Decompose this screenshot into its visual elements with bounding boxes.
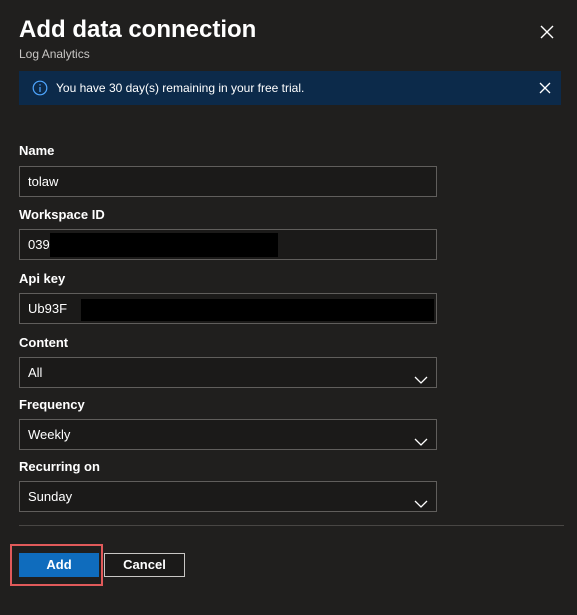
name-value: tolaw	[28, 174, 59, 189]
dialog-subtitle: Log Analytics	[19, 47, 90, 61]
chevron-down-icon	[414, 491, 428, 508]
recurring-on-label: Recurring on	[19, 459, 100, 474]
redaction-block	[81, 299, 434, 321]
content-dropdown[interactable]: All	[19, 357, 437, 388]
trial-banner: You have 30 day(s) remaining in your fre…	[19, 71, 561, 105]
name-label: Name	[19, 143, 55, 158]
recurring-on-dropdown[interactable]: Sunday	[19, 481, 437, 512]
footer-divider	[19, 525, 564, 526]
redaction-block	[50, 233, 278, 257]
cancel-button[interactable]: Cancel	[104, 553, 185, 577]
content-label: Content	[19, 335, 69, 350]
frequency-dropdown[interactable]: Weekly	[19, 419, 437, 450]
close-icon[interactable]	[537, 22, 557, 42]
info-icon	[32, 80, 48, 96]
recurring-on-selected-value: Sunday	[28, 489, 73, 504]
workspace-id-input[interactable]: 039	[19, 229, 437, 260]
banner-text: You have 30 day(s) remaining in your fre…	[56, 81, 305, 95]
workspace-id-value: 039	[28, 237, 50, 252]
dismiss-banner-icon[interactable]	[538, 81, 552, 95]
api-key-value: Ub93F	[28, 301, 68, 316]
add-button[interactable]: Add	[19, 553, 99, 577]
frequency-selected-value: Weekly	[28, 427, 71, 442]
api-key-label: Api key	[19, 271, 66, 286]
add-data-connection-panel: Add data connection Log Analytics You ha…	[0, 0, 577, 615]
chevron-down-icon	[414, 429, 428, 446]
dialog-title: Add data connection	[19, 16, 257, 43]
frequency-label: Frequency	[19, 397, 85, 412]
workspace-id-label: Workspace ID	[19, 207, 105, 222]
chevron-down-icon	[414, 367, 428, 384]
content-selected-value: All	[28, 365, 43, 380]
name-input[interactable]: tolaw	[19, 166, 437, 197]
api-key-input[interactable]: Ub93F	[19, 293, 437, 324]
